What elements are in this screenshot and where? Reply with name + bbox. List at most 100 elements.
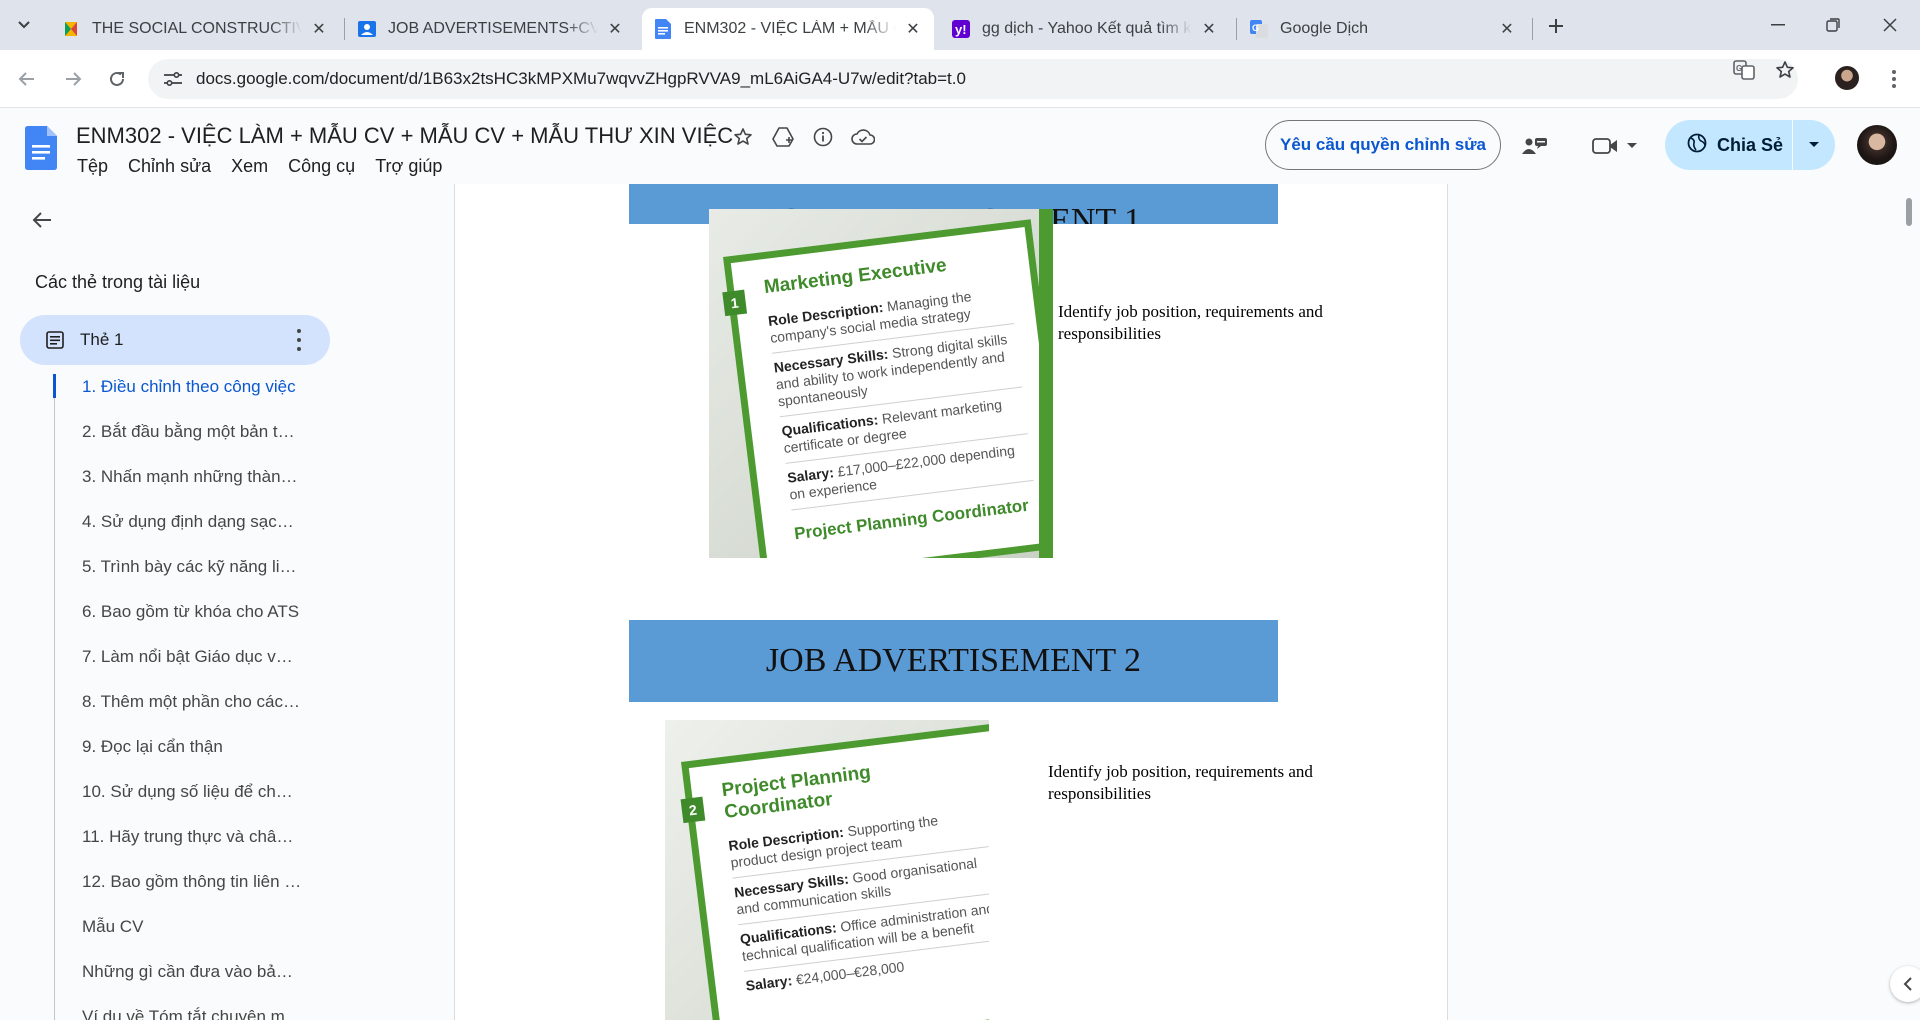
outline-item[interactable]: Những gì cần đưa vào bản CV (82, 962, 302, 1007)
bookmark-button[interactable] (1770, 55, 1800, 85)
outline-item[interactable]: 1. Điều chỉnh theo công việc (82, 377, 302, 422)
browser-tab-0[interactable]: THE SOCIAL CONSTRUCTIVE LE ✕ (50, 8, 340, 50)
tab-divider (344, 18, 345, 40)
yahoo-icon: y! (952, 20, 970, 38)
translate-page-button[interactable]: G (1729, 55, 1759, 85)
outline-item[interactable]: 11. Hãy trung thực và chân thành (82, 827, 302, 872)
restore-button[interactable] (1813, 12, 1853, 38)
docs-menu-bar: Tệp Chỉnh sửa Xem Công cụ Trợ giúp (77, 156, 442, 177)
request-edit-access-button[interactable]: Yêu cầu quyền chỉnh sửa (1265, 120, 1501, 170)
browser-tab-4[interactable]: G Google Dịch ✕ (1238, 8, 1528, 50)
job-ad-image-1[interactable]: 1 Marketing Executive Role Description: … (709, 209, 1053, 558)
outline-item[interactable]: 4. Sử dụng định dạng sạch sẽ (82, 512, 302, 557)
document-page[interactable]: JOB ADVERTISEMENT 1 1 Marketing Executiv… (454, 184, 1448, 1020)
outline-item[interactable]: 9. Đọc lại cẩn thận (82, 737, 302, 782)
document-tabs-sidebar: Các thẻ trong tài liệu Thẻ 1 1. Điều chỉ… (0, 184, 454, 1020)
tab-title: ENM302 - VIỆC LÀM + MẪU CV (684, 20, 896, 37)
outline-item[interactable]: 6. Bao gồm từ khóa cho ATS (82, 602, 302, 647)
sidebar-heading: Các thẻ trong tài liệu (35, 272, 201, 292)
browser-tab-2-active[interactable]: ENM302 - VIỆC LÀM + MẪU CV ✕ (642, 8, 934, 50)
new-tab-button[interactable] (1542, 12, 1570, 40)
tab-divider (1532, 18, 1533, 40)
close-tab-icon[interactable]: ✕ (1200, 20, 1218, 38)
job-ad-image-2[interactable]: 2 Project Planning Coordinator Role Desc… (665, 720, 989, 1020)
menu-help[interactable]: Trợ giúp (375, 156, 442, 177)
minimize-button[interactable] (1758, 12, 1798, 38)
chevron-down-icon (18, 21, 30, 29)
banner-heading: JOB ADVERTISEMENT 2 (765, 642, 1142, 679)
close-tab-icon[interactable]: ✕ (904, 20, 922, 38)
arrow-left-icon (32, 212, 51, 228)
url-text: docs.google.com/document/d/1B63x2tsHC3kM… (196, 69, 966, 88)
menu-view[interactable]: Xem (231, 156, 268, 177)
close-window-button[interactable] (1870, 12, 1910, 38)
share-dropdown-button[interactable] (1793, 141, 1835, 149)
job-ad-banner-2: JOB ADVERTISEMENT 2 (629, 620, 1278, 702)
docs-header: ENM302 - VIỆC LÀM + MẪU CV + MẪU CV + MẪ… (0, 108, 1920, 184)
instruction-note-1: Identify job position, requirements and … (1058, 302, 1323, 343)
move-to-drive-icon[interactable] (770, 124, 796, 150)
outline-item[interactable]: 10. Sử dụng số liệu để chứng minh (82, 782, 302, 827)
meet-call-button[interactable] (1583, 126, 1647, 166)
docs-logo-icon[interactable] (25, 126, 57, 170)
tab-title: Google Dịch (1280, 20, 1369, 37)
share-main[interactable]: Chia Sẻ (1665, 120, 1793, 170)
close-tab-icon[interactable]: ✕ (606, 20, 624, 38)
info-icon[interactable] (810, 124, 836, 150)
chevron-down-icon (1627, 143, 1637, 148)
video-camera-icon (1592, 138, 1617, 154)
instruction-note-2: Identify job position, requirements and … (1048, 762, 1313, 803)
vertical-scrollbar-thumb[interactable] (1906, 198, 1912, 226)
close-tab-icon[interactable]: ✕ (1498, 20, 1516, 38)
tab-options-icon[interactable] (296, 329, 302, 351)
outline-item[interactable]: 5. Trình bày các kỹ năng liên quan (82, 557, 302, 602)
reload-button[interactable] (102, 64, 132, 94)
minimize-icon (1771, 24, 1785, 26)
menu-edit[interactable]: Chỉnh sửa (128, 156, 211, 177)
arrow-right-icon (66, 72, 82, 86)
people-chat-icon (1522, 138, 1547, 154)
tab-title: THE SOCIAL CONSTRUCTIVE LE (92, 20, 302, 37)
outline-item[interactable]: Mẫu CV (82, 917, 302, 962)
close-outline-button[interactable] (26, 204, 58, 236)
menu-file[interactable]: Tệp (77, 156, 108, 177)
close-tab-icon[interactable]: ✕ (310, 20, 328, 38)
chevron-left-icon (1903, 977, 1912, 991)
tab-search-button[interactable] (8, 10, 40, 40)
address-bar[interactable]: docs.google.com/document/d/1B63x2tsHC3kM… (148, 59, 1798, 99)
outline-rail (54, 374, 55, 1020)
restore-icon (1826, 18, 1840, 32)
job-card-2: 2 Project Planning Coordinator Role Desc… (680, 723, 989, 1020)
outline-item[interactable]: 8. Thêm một phần cho các dự án (82, 692, 302, 737)
browser-tab-1[interactable]: JOB ADVERTISEMENTS+CV+CO ✕ (346, 8, 636, 50)
chrome-menu-button[interactable] (1884, 64, 1904, 94)
sidebar-tab-1[interactable]: Thẻ 1 (20, 315, 330, 365)
back-button[interactable] (12, 64, 42, 94)
side-panel-toggle-button[interactable] (1890, 966, 1920, 1002)
menu-tools[interactable]: Công cụ (288, 156, 355, 177)
classroom-icon (358, 20, 376, 38)
translate-icon: G (1733, 60, 1755, 80)
star-icon[interactable] (730, 124, 756, 150)
svg-text:G: G (1252, 23, 1259, 33)
translate-icon: G (1250, 20, 1268, 38)
outline-item[interactable]: 7. Làm nổi bật Giáo dục và chứng chỉ (82, 647, 302, 692)
document-title[interactable]: ENM302 - VIỆC LÀM + MẪU CV + MẪU CV + MẪ… (76, 123, 733, 149)
outline-item[interactable]: 2. Bắt đầu bằng một bản tóm tắt (82, 422, 302, 467)
cloud-saved-icon[interactable] (850, 124, 876, 150)
outline-item[interactable]: 3. Nhấn mạnh những thành tích (82, 467, 302, 512)
star-outline-icon (1776, 61, 1794, 78)
comment-history-button[interactable] (1515, 126, 1555, 166)
chrome-profile-avatar[interactable] (1833, 64, 1861, 92)
job-card-1: 1 Marketing Executive Role Description: … (722, 219, 1053, 558)
browser-tab-3[interactable]: y! gg dịch - Yahoo Kết quả tìm kiế ✕ (940, 8, 1230, 50)
document-canvas[interactable]: JOB ADVERTISEMENT 1 1 Marketing Executiv… (454, 184, 1920, 1020)
outline-item[interactable]: 12. Bao gồm thông tin liên hệ (82, 872, 302, 917)
tab-divider (1236, 18, 1237, 40)
site-settings-icon[interactable] (158, 64, 188, 94)
forward-button[interactable] (58, 64, 88, 94)
outline-item[interactable]: Ví dụ về Tóm tắt chuyên môn (82, 1007, 302, 1020)
share-button[interactable]: Chia Sẻ (1665, 120, 1835, 170)
card-number: 1 (722, 289, 748, 317)
account-avatar[interactable] (1857, 125, 1897, 165)
